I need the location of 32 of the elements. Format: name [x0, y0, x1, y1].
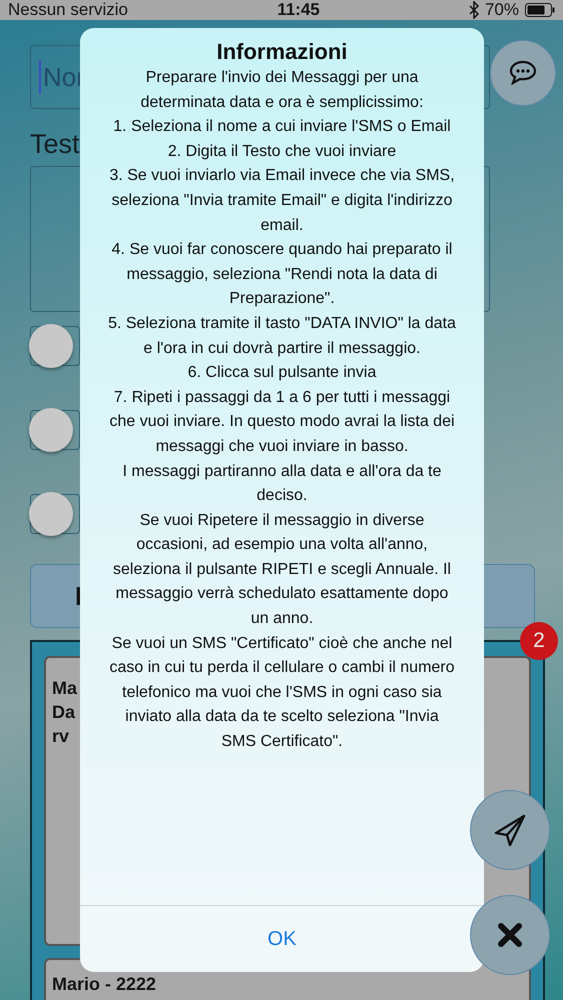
- dialog-paragraph: 2. Digita il Testo che vuoi inviare: [166, 142, 398, 162]
- switch-knob[interactable]: [29, 408, 73, 452]
- toggle-switch[interactable]: [30, 326, 80, 366]
- battery-percentage: 70%: [484, 0, 519, 20]
- card-text: rv: [52, 725, 70, 748]
- chat-bubble-icon: [508, 60, 538, 86]
- card-text: Mario - 2222: [52, 973, 156, 996]
- dialog-paragraph: 3. Se vuoi inviarlo via Email invece che via SMS, seleziona "Invia tramite Email" e digita l'indirizzo email.: [108, 166, 456, 236]
- dialog-paragraph: Preparare l'invio dei Messaggi per una determinata data e ora è semplicissimo:: [140, 68, 424, 113]
- battery-icon: [524, 3, 555, 17]
- toggle-switch[interactable]: [30, 494, 80, 534]
- close-icon: [498, 923, 522, 947]
- text-label: Test: [30, 129, 80, 160]
- switch-knob[interactable]: [29, 324, 73, 368]
- switch-knob[interactable]: [29, 492, 73, 536]
- card-text: Da: [52, 701, 76, 724]
- toggle-switch[interactable]: [30, 410, 80, 450]
- dialog-paragraph: 6. Clicca sul pulsante invia: [186, 363, 378, 384]
- dialog-paragraph: 5. Seleziona tramite il tasto "DATA INVIO" la data e l'ora in cui dovrà partire il messaggio.: [108, 314, 456, 359]
- bluetooth-icon: [468, 1, 479, 19]
- dialog-title: Informazioni: [216, 38, 348, 66]
- card-text: Ma: [52, 677, 78, 700]
- ok-button[interactable]: OK: [254, 922, 310, 956]
- carrier-label: Nessun servizio: [8, 0, 128, 20]
- paper-plane-icon: [493, 813, 527, 847]
- dialog-paragraph: 7. Ripeti i passaggi da 1 a 6 per tutti i messaggi che vuoi inviare. In questo modo avrai la lista dei messaggi che vuoi inviare in basso.: [108, 388, 456, 457]
- dialog-paragraph: Se vuoi Ripetere il messaggio in diverse occasioni, ad esempio una volta all'anno, seleziona il pulsante RIPETI e scegli Annuale. Il messaggio verrà schedulato esattamente dopo un anno.: [112, 510, 452, 630]
- clock: 11:45: [277, 0, 320, 20]
- dialog-paragraph: 1. Seleziona il nome a cui inviare l'SMS o Email: [112, 117, 452, 138]
- dialog-paragraph: Se vuoi un SMS "Certificato" cioè che anche nel caso in cui tu perda il cellulare o cambi il numero telefonico ma vuoi che l'SMS in ogni caso sia inviato alla data da te scelto seleziona "Invia SMS Certificato".: [108, 634, 456, 752]
- dialog-paragraph: 4. Se vuoi far conoscere quando hai preparato il messaggio, seleziona "Rendi nota la data di Preparazione".: [110, 240, 454, 310]
- dialog-paragraph: I messaggi partiranno alla data e all'ora da te deciso.: [122, 462, 442, 506]
